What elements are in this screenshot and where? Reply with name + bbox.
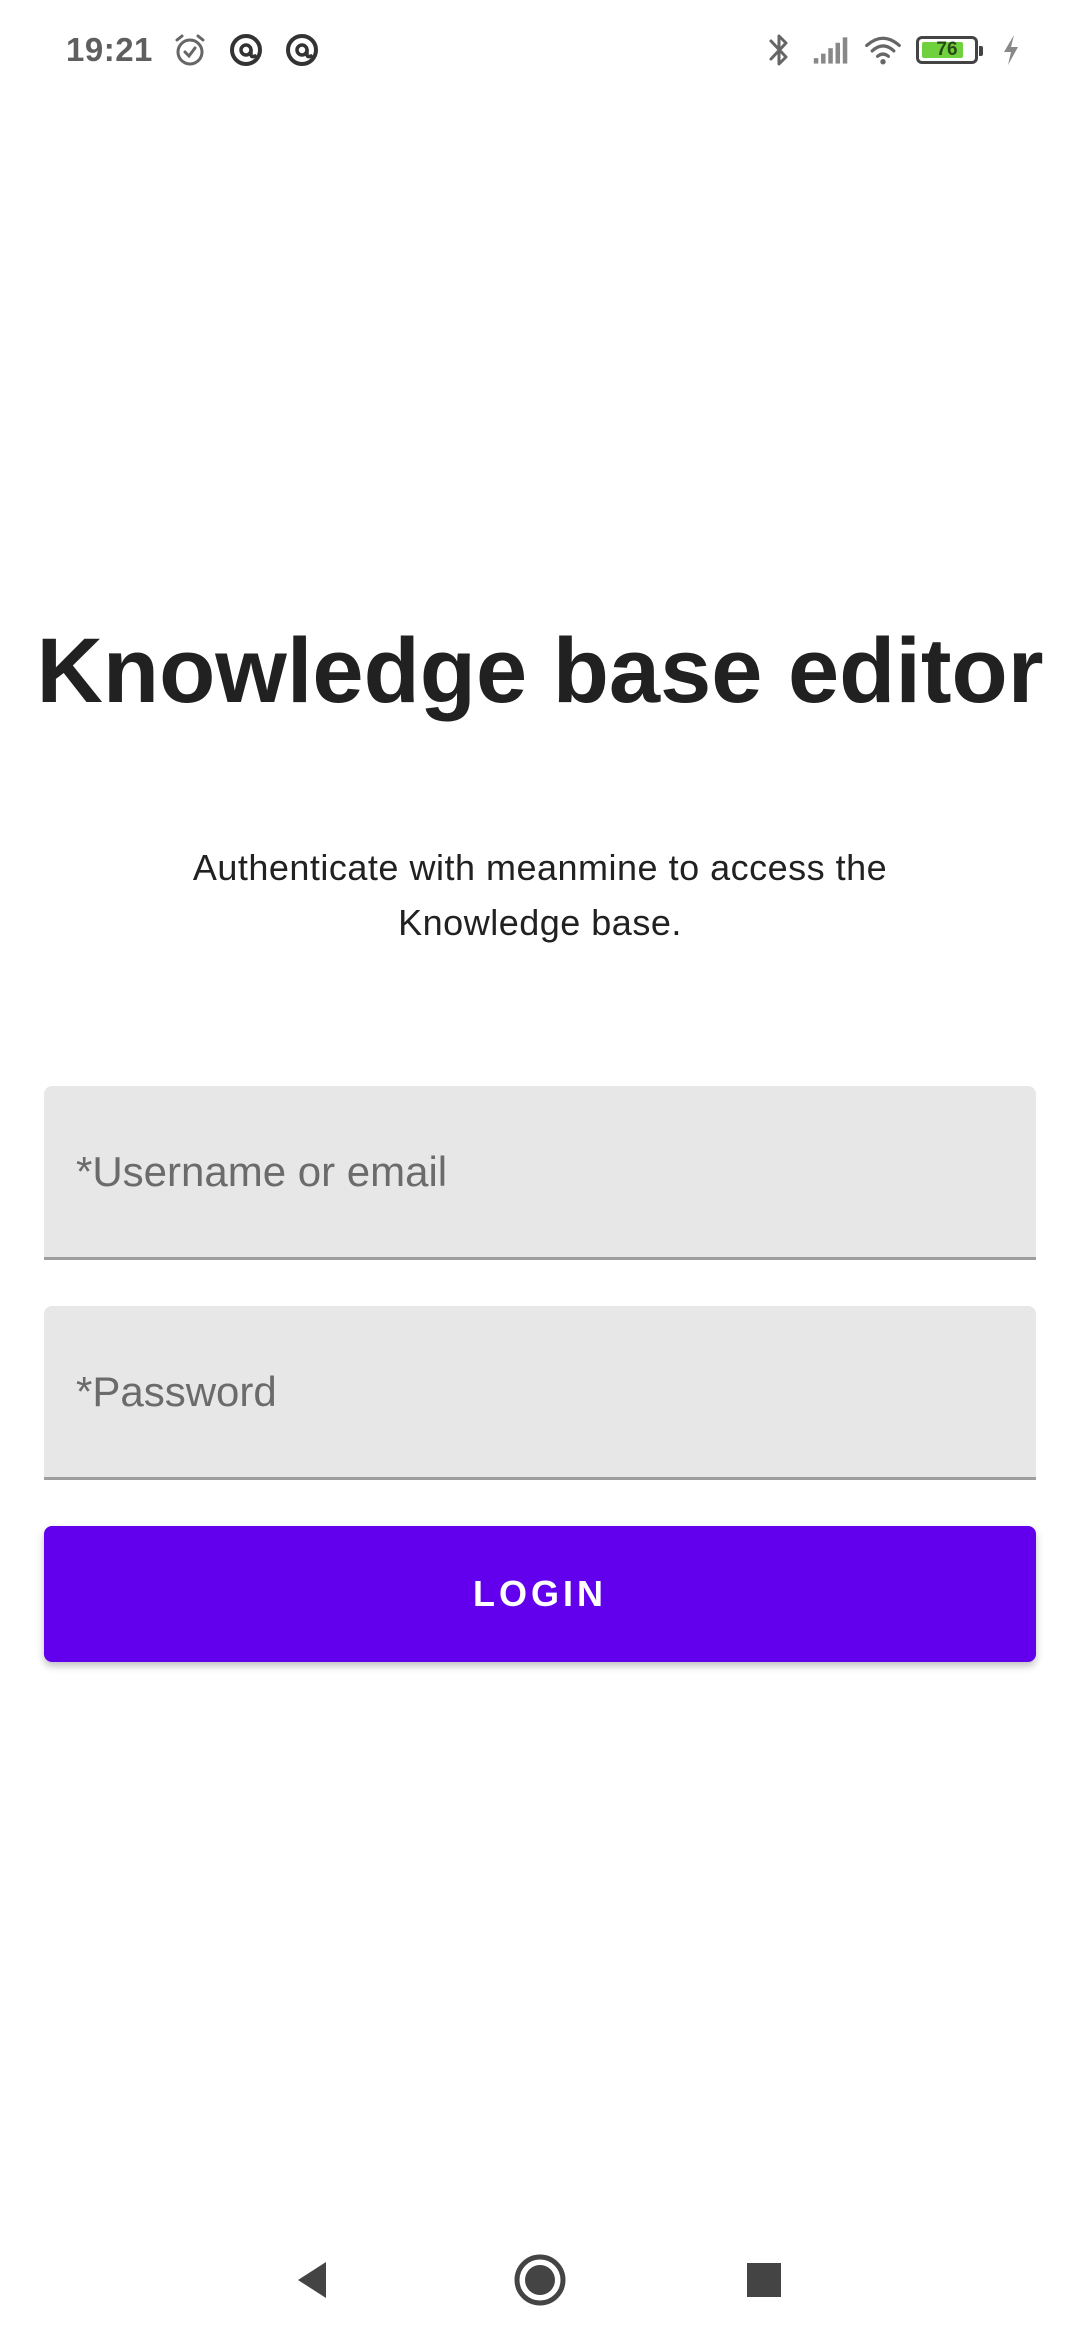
alarm-icon <box>171 31 209 69</box>
password-field[interactable] <box>44 1306 1036 1480</box>
wifi-icon <box>864 31 902 69</box>
recents-icon[interactable] <box>734 2250 794 2310</box>
at-sign-icon <box>283 31 321 69</box>
at-sign-icon <box>227 31 265 69</box>
battery-level: 76 <box>936 39 958 60</box>
status-time: 19:21 <box>66 31 153 68</box>
signal-icon <box>812 31 850 69</box>
charging-icon <box>992 31 1030 69</box>
battery-icon: 76 <box>916 36 983 64</box>
password-input[interactable] <box>44 1306 1036 1477</box>
battery-nub <box>979 46 983 56</box>
home-icon[interactable] <box>510 2250 570 2310</box>
page-subtitle: Authenticate with meanmine to access the… <box>192 847 888 943</box>
username-input[interactable] <box>44 1086 1036 1257</box>
username-field[interactable] <box>44 1086 1036 1260</box>
status-bar: 19:21 76 <box>0 0 1080 100</box>
login-button[interactable]: LOGIN <box>44 1526 1036 1662</box>
bluetooth-icon <box>760 31 798 69</box>
status-right: 76 <box>760 26 1030 74</box>
navigation-bar <box>0 2220 1080 2340</box>
back-icon[interactable] <box>282 2250 342 2310</box>
status-left: 19:21 <box>66 26 321 74</box>
page-title: Knowledge base editor <box>36 620 1044 722</box>
